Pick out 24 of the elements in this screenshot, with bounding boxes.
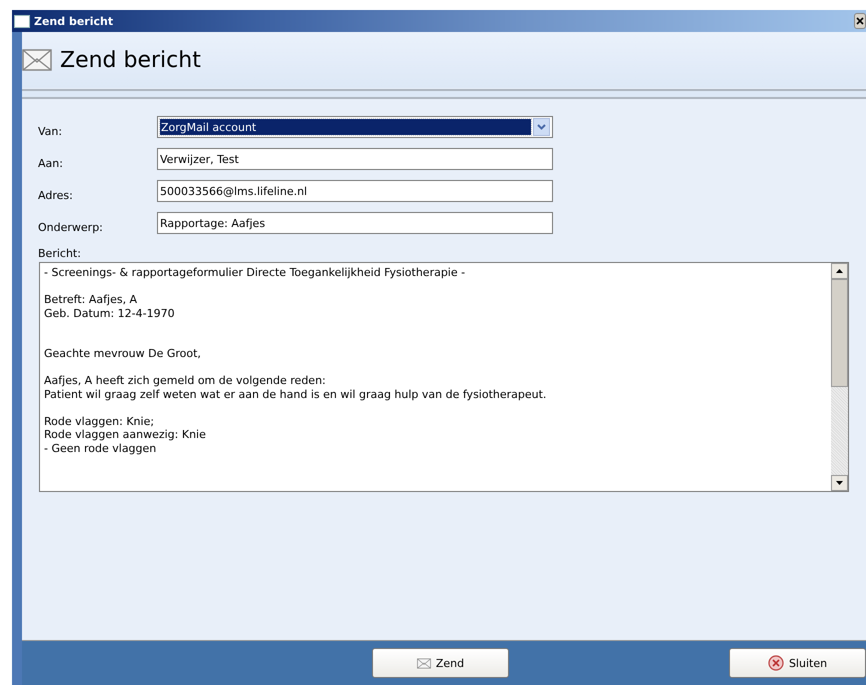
field-label: Aan: [37, 156, 64, 170]
close-dialog-button[interactable]: Sluiten [729, 648, 866, 678]
field-label: Onderwerp: [37, 220, 104, 234]
input-field[interactable]: 500033566@lms.lifeline.nl [157, 180, 553, 202]
scrollbar[interactable] [831, 263, 848, 491]
close-button[interactable] [854, 13, 866, 29]
scroll-down-icon [836, 481, 843, 485]
dialog-heading: Zend bericht [60, 48, 201, 72]
message-field[interactable]: - Screenings- & rapportageformulier Directe Toegankelijkheid Fysiotherapie - Betreft: Aafjes, A Geb. Datum: 12-4-1970 Geachte mevrouw De Groot, Aafjes, A heeft zich gemeld om de volgende reden: Patient wil graag zelf weten wat er aan de hand is en wil graag hulp van de fysiotherapeut. Rode vlaggen: Knie; Rode vlaggen aanwezig: Knie - Geen rode vlaggen [39, 262, 849, 492]
account-dropdown[interactable]: ZorgMail account [157, 116, 553, 138]
caret-icon [537, 124, 546, 130]
send-button[interactable]: Zend [372, 648, 509, 678]
field-label: Adres: [37, 188, 74, 202]
input-field[interactable]: Verwijzer, Test [157, 148, 553, 170]
close-icon [856, 17, 864, 25]
field-label: Van: [37, 124, 64, 138]
message-label: Bericht: [37, 246, 82, 262]
window-icon [14, 14, 30, 28]
close-circle-icon [768, 655, 784, 671]
envelope-icon [22, 49, 52, 71]
input-field[interactable]: Rapportage: Aafjes [157, 212, 553, 234]
envelope-icon [416, 658, 431, 668]
window-title: Zend bericht [34, 14, 114, 28]
scroll-up-icon [836, 269, 843, 273]
